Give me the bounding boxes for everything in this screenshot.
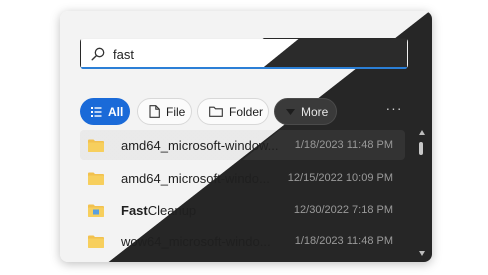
result-date: 1/18/2023 11:48 PM xyxy=(294,139,393,151)
result-date: 12/15/2022 10:09 PM xyxy=(287,172,393,184)
filter-file-button[interactable]: File xyxy=(137,98,192,125)
result-name-match: Fast xyxy=(121,202,148,218)
filter-more-label: More xyxy=(301,104,329,119)
filter-all-button[interactable]: All xyxy=(80,98,130,125)
scroll-down-arrow[interactable] xyxy=(419,251,425,256)
search-icon xyxy=(91,47,105,61)
result-name-rest: Cleanup xyxy=(147,202,197,218)
more-options-button[interactable]: ··· xyxy=(384,99,404,119)
filter-file-label: File xyxy=(166,104,186,119)
result-row[interactable]: amd64_microsoft-windo... 12/15/2022 10:0… xyxy=(88,163,405,193)
file-icon xyxy=(149,105,160,118)
result-row[interactable]: amd64_microsoft-window... 1/18/2023 11:4… xyxy=(80,130,405,160)
result-name: amd64_microsoft-window... xyxy=(121,137,279,153)
caret-down-icon xyxy=(286,108,295,115)
list-icon xyxy=(91,106,102,117)
result-date: 1/18/2023 11:48 PM xyxy=(294,235,393,247)
filter-more-button[interactable]: More xyxy=(274,98,337,125)
result-row[interactable]: wow64_microsoft-windo... 1/18/2023 11:48… xyxy=(88,226,405,256)
folder-icon xyxy=(88,235,104,248)
search-panel: All File Folder More ··· amd64_microsoft… xyxy=(60,11,432,262)
folder-icon xyxy=(88,172,104,185)
search-box[interactable] xyxy=(80,38,408,69)
scrollbar-thumb[interactable] xyxy=(419,142,423,155)
folder-icon xyxy=(88,139,104,152)
filter-folder-button[interactable]: Folder xyxy=(197,98,269,125)
app-folder-icon xyxy=(88,204,104,217)
result-date: 12/30/2022 7:18 PM xyxy=(293,204,393,216)
result-row[interactable]: FastCleanup 12/30/2022 7:18 PM xyxy=(88,195,405,225)
result-name: wow64_microsoft-windo... xyxy=(121,233,271,249)
filter-all-label: All xyxy=(108,104,124,119)
result-name: FastCleanup xyxy=(121,203,196,218)
result-name: amd64_microsoft-windo... xyxy=(121,170,270,186)
filter-folder-label: Folder xyxy=(229,104,264,119)
search-input[interactable] xyxy=(113,43,393,65)
scroll-up-arrow[interactable] xyxy=(419,130,425,135)
folder-icon xyxy=(209,106,223,117)
